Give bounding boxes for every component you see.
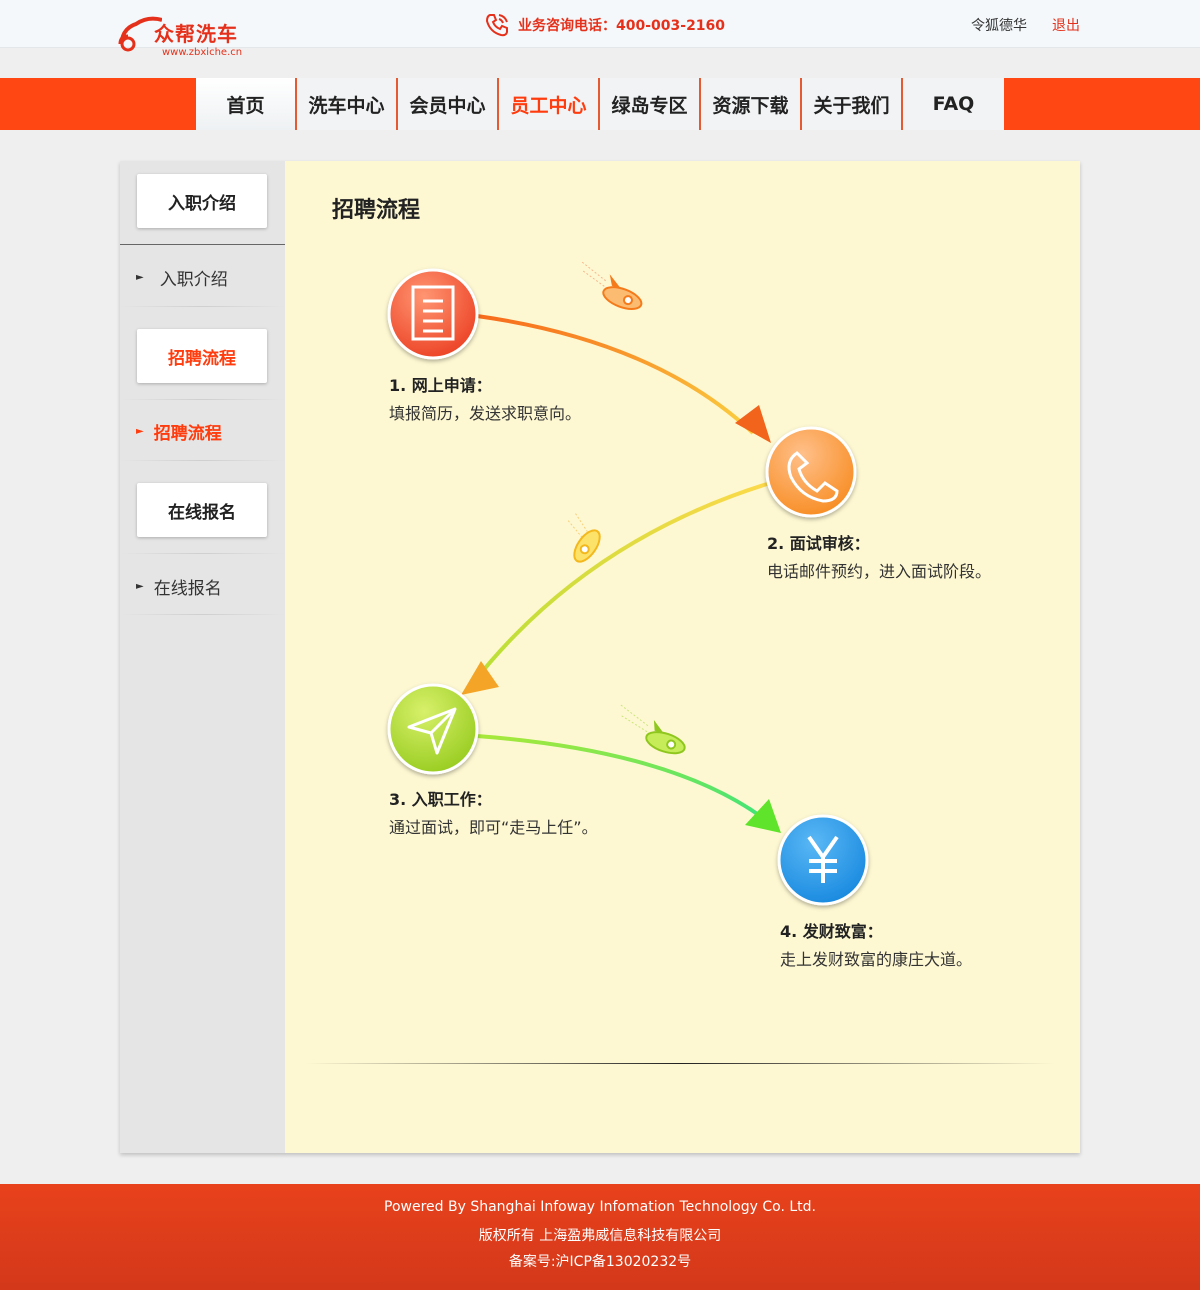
step-3-title: 3. 入职工作：: [389, 790, 492, 809]
step-2-title: 2. 面试审核：: [767, 534, 870, 553]
sidebar-button-recruitment[interactable]: 招聘流程: [137, 329, 267, 383]
main-nav: 首页 洗车中心 会员中心 员工中心 绿岛专区 资源下载 关于我们 FAQ: [0, 78, 1200, 130]
phone-icon: [485, 14, 508, 37]
step-2-desc: 电话邮件预约，进入面试阶段。: [767, 562, 992, 581]
brand-domain: www.zbxiche.cn: [162, 47, 243, 58]
flow-arrow-2: [471, 482, 768, 685]
sidebar-link-label: 在线报名: [153, 578, 222, 599]
nav-item-2[interactable]: 会员中心: [398, 78, 499, 130]
footer-icp: 备案号:沪ICP备13020232号: [508, 1254, 692, 1270]
bullet-arrow-icon: ►: [136, 271, 144, 283]
step-1-icon: [387, 268, 479, 360]
sidebar-link-label: 招聘流程: [153, 423, 222, 444]
logo[interactable]: 众帮洗车 www.zbxiche.cn: [118, 4, 258, 60]
step-1-desc: 填报简历，发送求职意向。: [389, 404, 582, 423]
sidebar-divider: [120, 244, 285, 245]
sidebar-divider: [120, 553, 285, 554]
nav-item-1[interactable]: 洗车中心: [297, 78, 398, 130]
step-4-desc: 走上发财致富的康庄大道。: [780, 950, 973, 969]
rocket-icon: [581, 261, 643, 310]
nav-item-5[interactable]: 资源下载: [701, 78, 802, 130]
footer: Powered By Shanghai Infoway Infomation T…: [0, 1184, 1200, 1290]
flow-arrow-3: [476, 734, 769, 823]
step-2-icon: [765, 426, 857, 518]
sidebar-link-label: 入职介绍: [159, 269, 228, 290]
sidebar-button-onboarding[interactable]: 入职介绍: [137, 174, 267, 228]
step-4-title: 4. 发财致富：: [780, 922, 883, 941]
arrowhead-2: [461, 661, 499, 695]
nav-item-0[interactable]: 首页: [196, 78, 297, 130]
bullet-arrow-icon: ►: [136, 425, 144, 437]
sidebar-link-recruitment[interactable]: ► 招聘流程: [136, 416, 222, 446]
brand-name: 众帮洗车: [154, 22, 238, 46]
sidebar-link-onboarding[interactable]: ► 入职介绍: [136, 262, 228, 292]
nav-item-3[interactable]: 员工中心: [499, 78, 600, 130]
rocket-icon: [567, 513, 601, 563]
nav-item-6[interactable]: 关于我们: [802, 78, 903, 130]
arrowhead-3: [745, 799, 781, 833]
sidebar-divider: [120, 614, 285, 615]
hotline: 业务咨询电话：400-003-2160: [484, 12, 725, 38]
nav-item-7[interactable]: FAQ: [903, 78, 1004, 130]
logout-link[interactable]: 退出: [1052, 15, 1080, 35]
sidebar-divider: [120, 399, 285, 400]
step-1-title: 1. 网上申请：: [389, 376, 492, 395]
sidebar-divider: [120, 460, 285, 461]
content-divider: [305, 1063, 1055, 1064]
user-name[interactable]: 令狐德华: [971, 15, 1027, 35]
hotline-text: 业务咨询电话：400-003-2160: [518, 18, 726, 34]
nav-item-4[interactable]: 绿岛专区: [600, 78, 701, 130]
footer-powered: Powered By Shanghai Infoway Infomation T…: [384, 1199, 816, 1215]
top-bar: 众帮洗车 www.zbxiche.cn 业务咨询电话：400-003-2160 …: [0, 0, 1200, 58]
sidebar-button-apply[interactable]: 在线报名: [137, 483, 267, 537]
rocket-icon: [620, 704, 686, 755]
sidebar-link-apply[interactable]: ► 在线报名: [136, 571, 222, 601]
arrowhead-1: [735, 405, 771, 443]
step-3-desc: 通过面试，即可“走马上任”。: [389, 818, 598, 837]
nav-items: 首页 洗车中心 会员中心 员工中心 绿岛专区 资源下载 关于我们 FAQ: [196, 78, 1004, 130]
footer-copyright: 版权所有 上海盈弗威信息科技有限公司: [478, 1228, 722, 1244]
bullet-arrow-icon: ►: [136, 580, 144, 592]
sidebar: 入职介绍 ► 入职介绍 招聘流程 ► 招聘流程 在线报名 ► 在线报名: [120, 161, 285, 1153]
sidebar-divider: [120, 306, 285, 307]
